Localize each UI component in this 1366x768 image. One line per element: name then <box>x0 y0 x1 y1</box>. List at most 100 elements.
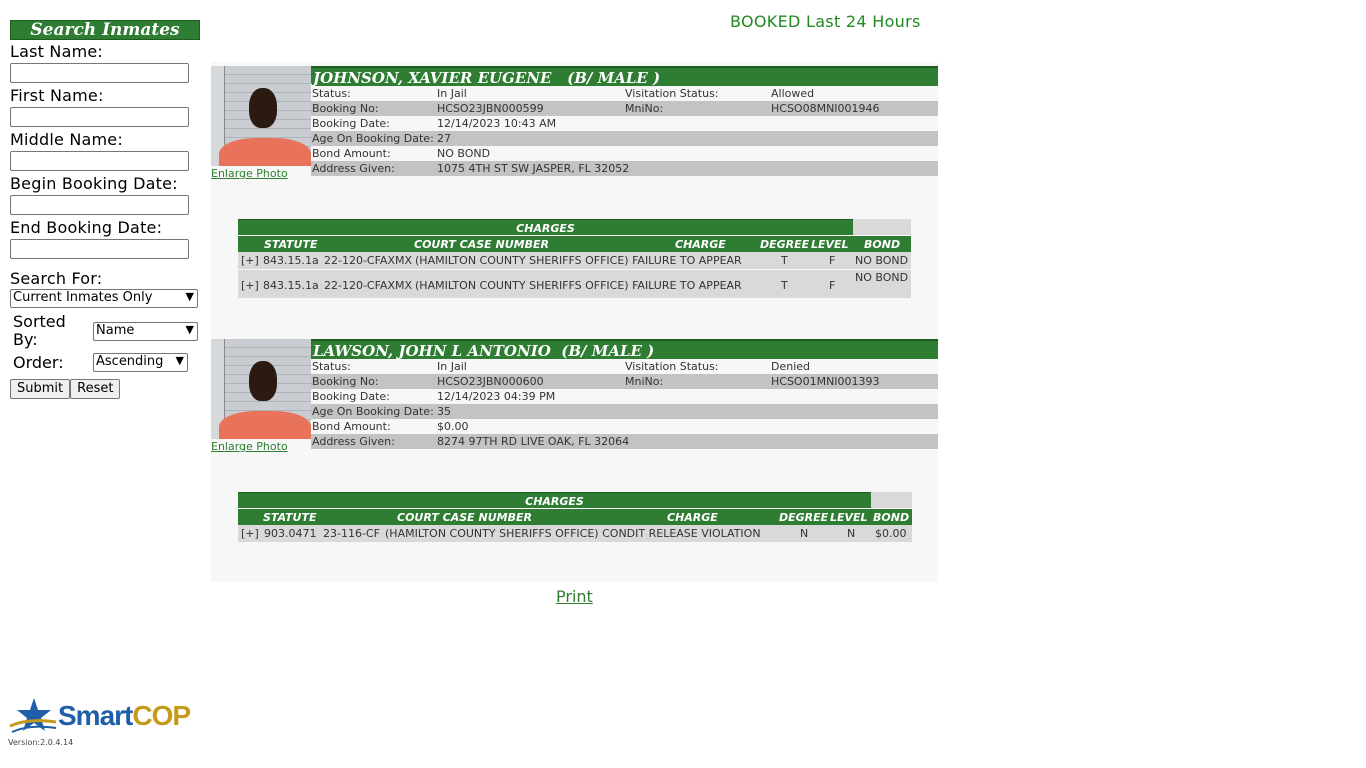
charge-level: N <box>847 527 856 540</box>
bond-label: Bond Amount: <box>312 147 391 160</box>
info-row-status: Status: In Jail Visitation Status: Allow… <box>311 86 938 101</box>
sorted-by-value: Name <box>96 322 135 338</box>
booking-no-label: Booking No: <box>312 102 379 115</box>
expand-charge-toggle[interactable]: [+] <box>241 254 259 267</box>
age-label: Age On Booking Date: <box>312 405 434 418</box>
expand-charge-toggle[interactable]: [+] <box>241 279 259 292</box>
inmate-info: JOHNSON, XAVIER EUGENE (B/ MALE ) Status… <box>311 66 938 176</box>
col-degree: DEGREE <box>760 238 810 251</box>
age-label: Age On Booking Date: <box>312 132 434 145</box>
info-row-age: Age On Booking Date: 27 <box>311 131 938 146</box>
charge-bond: NO BOND <box>855 271 909 284</box>
info-row-address: Address Given: 8274 97TH RD LIVE OAK, FL… <box>311 434 938 449</box>
charge-degree: T <box>781 279 788 292</box>
logo-smart-text: Smart <box>58 700 133 731</box>
logo-wordmark: SmartCOP <box>58 700 191 732</box>
bond-value: NO BOND <box>437 147 491 160</box>
booking-date-value: 12/14/2023 04:39 PM <box>437 390 556 403</box>
col-level: LEVEL <box>830 511 868 524</box>
charges-table: CHARGES STATUTE COURT CASE NUMBER CHARGE… <box>238 219 911 298</box>
mnino-label: MniNo: <box>625 102 664 115</box>
charge-case-number: 23-116-CF <box>323 527 380 540</box>
search-inmates-title: Search Inmates <box>10 20 200 40</box>
charge-degree: T <box>781 254 788 267</box>
charge-row: [+] 843.15.1a 22-120-CFAXMX (HAMILTON CO… <box>238 269 911 298</box>
order-label: Order: <box>13 353 64 372</box>
booked-last-24-hours-heading: BOOKED Last 24 Hours <box>730 12 921 31</box>
bond-label: Bond Amount: <box>312 420 391 433</box>
sorted-by-label-line1: Sorted <box>13 312 66 331</box>
visitation-value: Denied <box>771 360 811 373</box>
expand-charge-toggle[interactable]: [+] <box>241 527 259 540</box>
chevron-down-icon: ▼ <box>175 354 184 367</box>
search-sidebar: Search Inmates Last Name: First Name: Mi… <box>10 20 200 399</box>
col-statute: STATUTE <box>263 511 317 524</box>
bond-value: $0.00 <box>437 420 469 433</box>
col-bond: BOND <box>864 238 901 251</box>
charges-title: CHARGES <box>238 492 871 508</box>
booking-no-value: HCSO23JBN000600 <box>437 375 544 388</box>
visitation-label: Visitation Status: <box>625 360 719 373</box>
charge-degree: N <box>800 527 809 540</box>
info-row-bond: Bond Amount: NO BOND <box>311 146 938 161</box>
mugshot-photo[interactable] <box>211 339 311 439</box>
booking-date-label: Booking Date: <box>312 390 390 403</box>
status-label: Status: <box>312 360 351 373</box>
charge-case-number: 22-120-CFAXMX <box>324 279 413 292</box>
charges-title: CHARGES <box>238 219 853 235</box>
end-booking-date-label: End Booking Date: <box>10 218 163 237</box>
address-label: Address Given: <box>312 435 395 448</box>
charge-level: F <box>829 254 836 267</box>
search-for-select[interactable]: Current Inmates Only ▼ <box>10 289 198 308</box>
charge-row: [+] 903.0471 23-116-CF (HAMILTON COUNTY … <box>238 525 912 542</box>
begin-booking-date-input[interactable] <box>10 195 189 215</box>
sorted-by-label-line2: By: <box>13 330 38 349</box>
address-label: Address Given: <box>312 162 395 175</box>
info-row-age: Age On Booking Date: 35 <box>311 404 938 419</box>
results-panel: Enlarge Photo JOHNSON, XAVIER EUGENE (B/… <box>211 62 938 582</box>
status-label: Status: <box>312 87 351 100</box>
inmate-name: JOHNSON, XAVIER EUGENE (B/ MALE ) <box>311 66 938 87</box>
age-value: 27 <box>437 132 451 145</box>
search-for-value: Current Inmates Only <box>13 290 153 305</box>
submit-button[interactable]: Submit <box>10 379 71 399</box>
print-link[interactable]: Print <box>556 587 593 606</box>
info-row-status: Status: In Jail Visitation Status: Denie… <box>311 359 938 374</box>
mugshot-photo[interactable] <box>211 66 311 166</box>
booking-date-value: 12/14/2023 10:43 AM <box>437 117 557 130</box>
order-value: Ascending <box>96 354 164 369</box>
first-name-label: First Name: <box>10 86 104 105</box>
charge-level: F <box>829 279 836 292</box>
first-name-input[interactable] <box>10 107 189 127</box>
col-charge: CHARGE <box>667 511 718 524</box>
col-court-case: COURT CASE NUMBER <box>414 238 549 251</box>
middle-name-label: Middle Name: <box>10 130 123 149</box>
last-name-input[interactable] <box>10 63 189 83</box>
order-select[interactable]: Ascending ▼ <box>93 353 188 372</box>
sorted-by-label: Sorted By: <box>10 313 93 349</box>
enlarge-photo-link[interactable]: Enlarge Photo <box>211 167 288 180</box>
last-name-label: Last Name: <box>10 42 104 61</box>
charge-row: [+] 843.15.1a 22-120-CFAXMX (HAMILTON CO… <box>238 252 911 269</box>
charge-statute: 843.15.1a <box>263 254 319 267</box>
begin-booking-date-label: Begin Booking Date: <box>10 174 178 193</box>
info-row-booking-date: Booking Date: 12/14/2023 10:43 AM <box>311 116 938 131</box>
status-value: In Jail <box>437 360 467 373</box>
reset-button[interactable]: Reset <box>70 379 121 399</box>
charge-description: (HAMILTON COUNTY SHERIFFS OFFICE) FAILUR… <box>415 254 742 267</box>
mnino-label: MniNo: <box>625 375 664 388</box>
charge-description: (HAMILTON COUNTY SHERIFFS OFFICE) CONDIT… <box>385 527 761 540</box>
info-row-booking-no: Booking No: HCSO23JBN000600 MniNo: HCSO0… <box>311 374 938 389</box>
charge-case-number: 22-120-CFAXMX <box>324 254 413 267</box>
enlarge-photo-link[interactable]: Enlarge Photo <box>211 440 288 453</box>
middle-name-input[interactable] <box>10 151 189 171</box>
end-booking-date-input[interactable] <box>10 239 189 259</box>
chevron-down-icon: ▼ <box>185 290 194 303</box>
age-value: 35 <box>437 405 451 418</box>
logo-cop-text: COP <box>132 700 191 731</box>
mnino-value: HCSO08MNI001946 <box>771 102 880 115</box>
charges-header-row: STATUTE COURT CASE NUMBER CHARGE DEGREE … <box>238 508 912 525</box>
sorted-by-select[interactable]: Name ▼ <box>93 321 198 341</box>
info-row-bond: Bond Amount: $0.00 <box>311 419 938 434</box>
charge-statute: 843.15.1a <box>263 279 319 292</box>
